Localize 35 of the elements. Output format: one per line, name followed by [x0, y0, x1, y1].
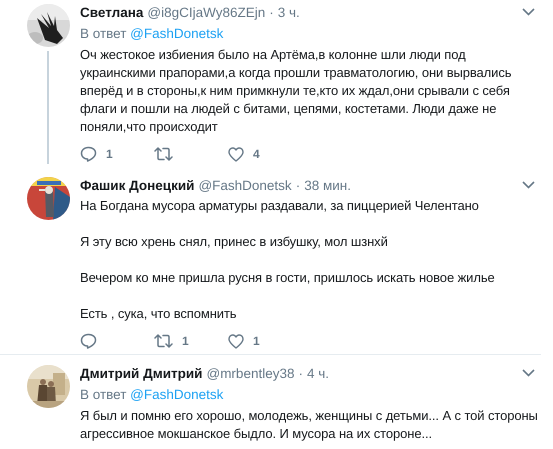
separator-dot: · — [269, 4, 274, 20]
chevron-down-icon[interactable] — [522, 369, 535, 377]
reply-icon[interactable] — [80, 146, 97, 162]
mention-link[interactable]: @FashDonetsk — [130, 387, 224, 402]
reply-context: В ответ @FashDonetsk — [80, 25, 224, 43]
like-count: 1 — [253, 334, 260, 348]
user-name[interactable]: Фашик Донецкий — [80, 178, 194, 192]
timestamp[interactable]: 38 мин. — [304, 178, 351, 192]
separator-dot: · — [298, 366, 303, 380]
user-handle[interactable]: @i8gCIjaWy86ZEjn — [147, 4, 266, 20]
replie-count: 1 — [106, 147, 113, 161]
heart-icon[interactable] — [228, 334, 244, 348]
separator-dot: · — [296, 178, 300, 192]
reply-context: В ответ @FashDonetsk — [80, 386, 224, 404]
like-count: 4 — [253, 147, 260, 161]
retweet-icon[interactable] — [154, 334, 173, 348]
timestamp[interactable]: 4 ч. — [306, 366, 330, 380]
reply-icon[interactable] — [80, 333, 97, 349]
chevron-down-icon[interactable] — [522, 181, 535, 189]
tweet-text: Я эту всю хрень снял, принес в избушку, мол шзнхй — [80, 233, 389, 251]
user-handle[interactable]: @FashDonetsk — [198, 178, 292, 192]
retweet-icon[interactable] — [154, 147, 173, 161]
tweet-text: На Богдана мусора арматуры раздавали, за пиццерией Челентано — [80, 197, 480, 215]
tweet-text: Вечером ко мне пришла русня в гости, пришлось искать новое жилье — [80, 269, 496, 287]
tweet-text: Есть , сука, что вспомнить — [80, 305, 238, 323]
retweet-count: 1 — [182, 334, 189, 348]
heart-icon[interactable] — [228, 146, 244, 162]
tweet-text: Я был и помню его хорошо, молодежь, женщины с детьми... А с той стороны агрессивное мокшанское быдло. И мусора на их стороне... — [80, 407, 539, 443]
tweet-text: Оч жестокое избиения было на Артёма,в колонне шли люди под украинскими прапорами,а когда прошли травматологию, они вырвались вперёд и в стороны,к ним примкнули те,кто их ждал,они срывали с себя флаги и пошли на людей с битами, цепями, костетами. Люди даже не поняли,что происходит — [80, 46, 512, 136]
mention-link[interactable]: @FashDonetsk — [130, 26, 224, 41]
timestamp[interactable]: 3 ч. — [278, 4, 300, 20]
user-name[interactable]: Светлана — [80, 4, 144, 20]
user-handle[interactable]: @mrbentley38 — [206, 366, 294, 380]
chevron-down-icon[interactable] — [522, 8, 535, 16]
user-name[interactable]: Дмитрий Дмитрий — [80, 366, 202, 380]
